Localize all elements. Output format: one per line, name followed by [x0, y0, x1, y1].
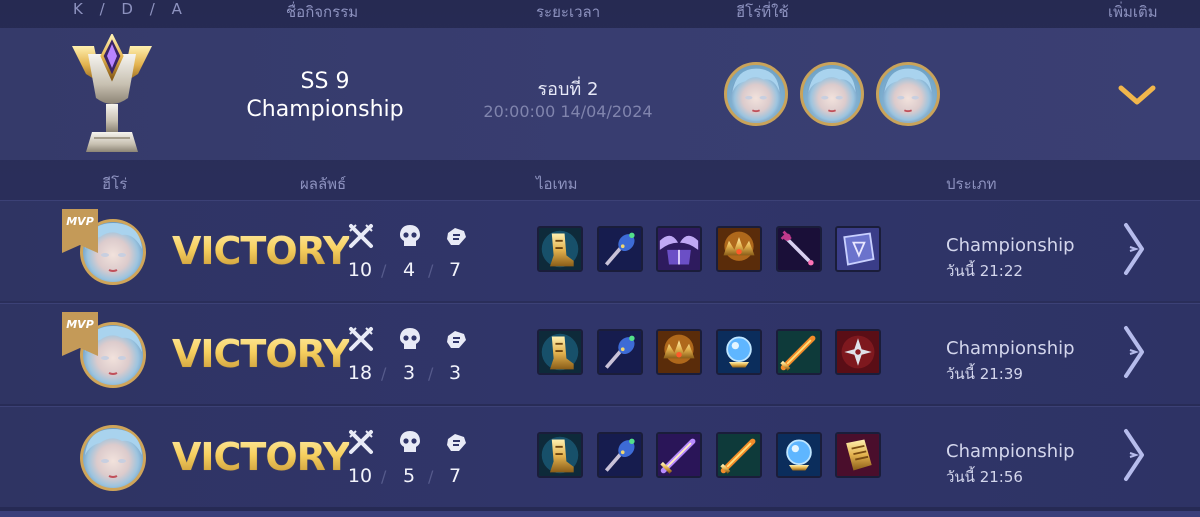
- boots-item-icon[interactable]: [537, 329, 583, 375]
- deaths-count: 3: [402, 362, 416, 384]
- top-column-header: K / D / A ชื่อกิจกรรม ระยะเวลา ฮีโร่ที่ใ…: [0, 0, 1200, 26]
- kills-count: 18: [347, 362, 373, 384]
- type-column-label: ประเภท: [946, 175, 997, 193]
- svg-text:MVP: MVP: [66, 318, 94, 331]
- crossed-swords-icon: [349, 327, 373, 351]
- match-result: VICTORY: [172, 332, 350, 376]
- hero-portrait: [724, 62, 788, 126]
- crossed-swords-icon: [349, 430, 373, 454]
- hero-portrait: [800, 62, 864, 126]
- kda-separator: /: [381, 467, 387, 486]
- deaths-count: 5: [402, 465, 416, 487]
- event-season: SS 9: [300, 69, 350, 94]
- more-column-label: เพิ่มเติม: [1108, 3, 1158, 21]
- match-result: VICTORY: [172, 435, 350, 479]
- kda-separator: /: [381, 261, 387, 280]
- blue-orb-item-icon[interactable]: [716, 329, 762, 375]
- heroes-used-column-label: ฮีโร่ที่ใช้: [736, 3, 789, 21]
- handshake-icon: [447, 228, 466, 245]
- match-mode: Championship: [946, 441, 1075, 462]
- match-mode: Championship: [946, 338, 1075, 359]
- kills-count: 10: [347, 259, 373, 281]
- match-row[interactable]: MVP VICTORY 18 / 3 / 3 Championship วันน…: [0, 303, 1200, 404]
- duration-column-label: ระยะเวลา: [536, 3, 601, 21]
- purple-sword-item-icon[interactable]: [656, 432, 702, 478]
- event-title: SS 9 Championship: [225, 68, 425, 124]
- items-column-label: ไอเทม: [536, 175, 578, 193]
- event-name: Championship: [246, 97, 404, 122]
- kda-separator: /: [428, 261, 434, 280]
- blue-orb-item-icon[interactable]: [776, 432, 822, 478]
- match-date: วันนี้ 21:56: [946, 468, 1023, 486]
- rune-tome-item-icon[interactable]: [835, 226, 881, 272]
- event-summary-row[interactable]: SS 9 Championship รอบที่ 2 20:00:00 14/0…: [0, 28, 1200, 160]
- chevron-right-icon[interactable]: [1122, 324, 1146, 380]
- assists-count: 7: [448, 259, 462, 281]
- kda-separator: /: [381, 364, 387, 383]
- potion-staff-item-icon[interactable]: [597, 226, 643, 272]
- hero-column-label: ฮีโร่: [102, 175, 128, 193]
- potion-staff-item-icon[interactable]: [597, 329, 643, 375]
- red-shuriken-item-icon[interactable]: [835, 329, 881, 375]
- fire-blade-item-icon[interactable]: [716, 432, 762, 478]
- svg-text:MVP: MVP: [66, 215, 94, 228]
- mvp-badge: MVP: [62, 209, 98, 253]
- fire-blade-item-icon[interactable]: [776, 329, 822, 375]
- handshake-icon: [447, 331, 466, 348]
- result-column-label: ผลลัพธ์: [300, 175, 347, 193]
- assists-count: 7: [448, 465, 462, 487]
- boots-item-icon[interactable]: [537, 226, 583, 272]
- crossed-swords-icon: [349, 224, 373, 248]
- match-row[interactable]: VICTORY 10 / 5 / 7 Championship วันนี้ 2…: [0, 406, 1200, 507]
- kda-separator: /: [428, 364, 434, 383]
- match-row[interactable]: MVP VICTORY 10 / 4 / 7 Championship วันน…: [0, 200, 1200, 301]
- hero-portrait: [876, 62, 940, 126]
- match-date: วันนี้ 21:22: [946, 262, 1023, 280]
- winged-book-item-icon[interactable]: [656, 226, 702, 272]
- match-result: VICTORY: [172, 229, 350, 273]
- golden-crown-item-icon[interactable]: [656, 329, 702, 375]
- chevron-right-icon[interactable]: [1122, 427, 1146, 483]
- kills-count: 10: [347, 465, 373, 487]
- boots-item-icon[interactable]: [537, 432, 583, 478]
- match-mode: Championship: [946, 235, 1075, 256]
- golden-crown-item-icon[interactable]: [716, 226, 762, 272]
- chevron-right-icon[interactable]: [1122, 221, 1146, 277]
- kda-separator: /: [428, 467, 434, 486]
- mvp-badge: MVP: [62, 312, 98, 356]
- round-label: รอบที่ 2: [537, 79, 599, 100]
- bottom-divider: [0, 511, 1200, 517]
- trophy-icon: [72, 34, 152, 152]
- assists-count: 3: [448, 362, 462, 384]
- match-date: วันนี้ 21:39: [946, 365, 1023, 383]
- chevron-down-icon[interactable]: [1118, 84, 1156, 108]
- skull-icon: [400, 328, 420, 349]
- deaths-count: 4: [402, 259, 416, 281]
- skull-icon: [400, 225, 420, 246]
- match-column-header: ฮีโร่ ผลลัพธ์ ไอเทม ประเภท: [0, 170, 1200, 194]
- hero-avatar: [80, 425, 146, 491]
- skull-icon: [400, 431, 420, 452]
- potion-staff-item-icon[interactable]: [597, 432, 643, 478]
- golden-scroll-item-icon[interactable]: [835, 432, 881, 478]
- activity-column-label: ชื่อกิจกรรม: [286, 3, 359, 21]
- round-datetime: 20:00:00 14/04/2024: [483, 102, 653, 121]
- handshake-icon: [447, 434, 466, 451]
- dagger-item-icon[interactable]: [776, 226, 822, 272]
- kda-column-label: K / D / A: [73, 0, 188, 18]
